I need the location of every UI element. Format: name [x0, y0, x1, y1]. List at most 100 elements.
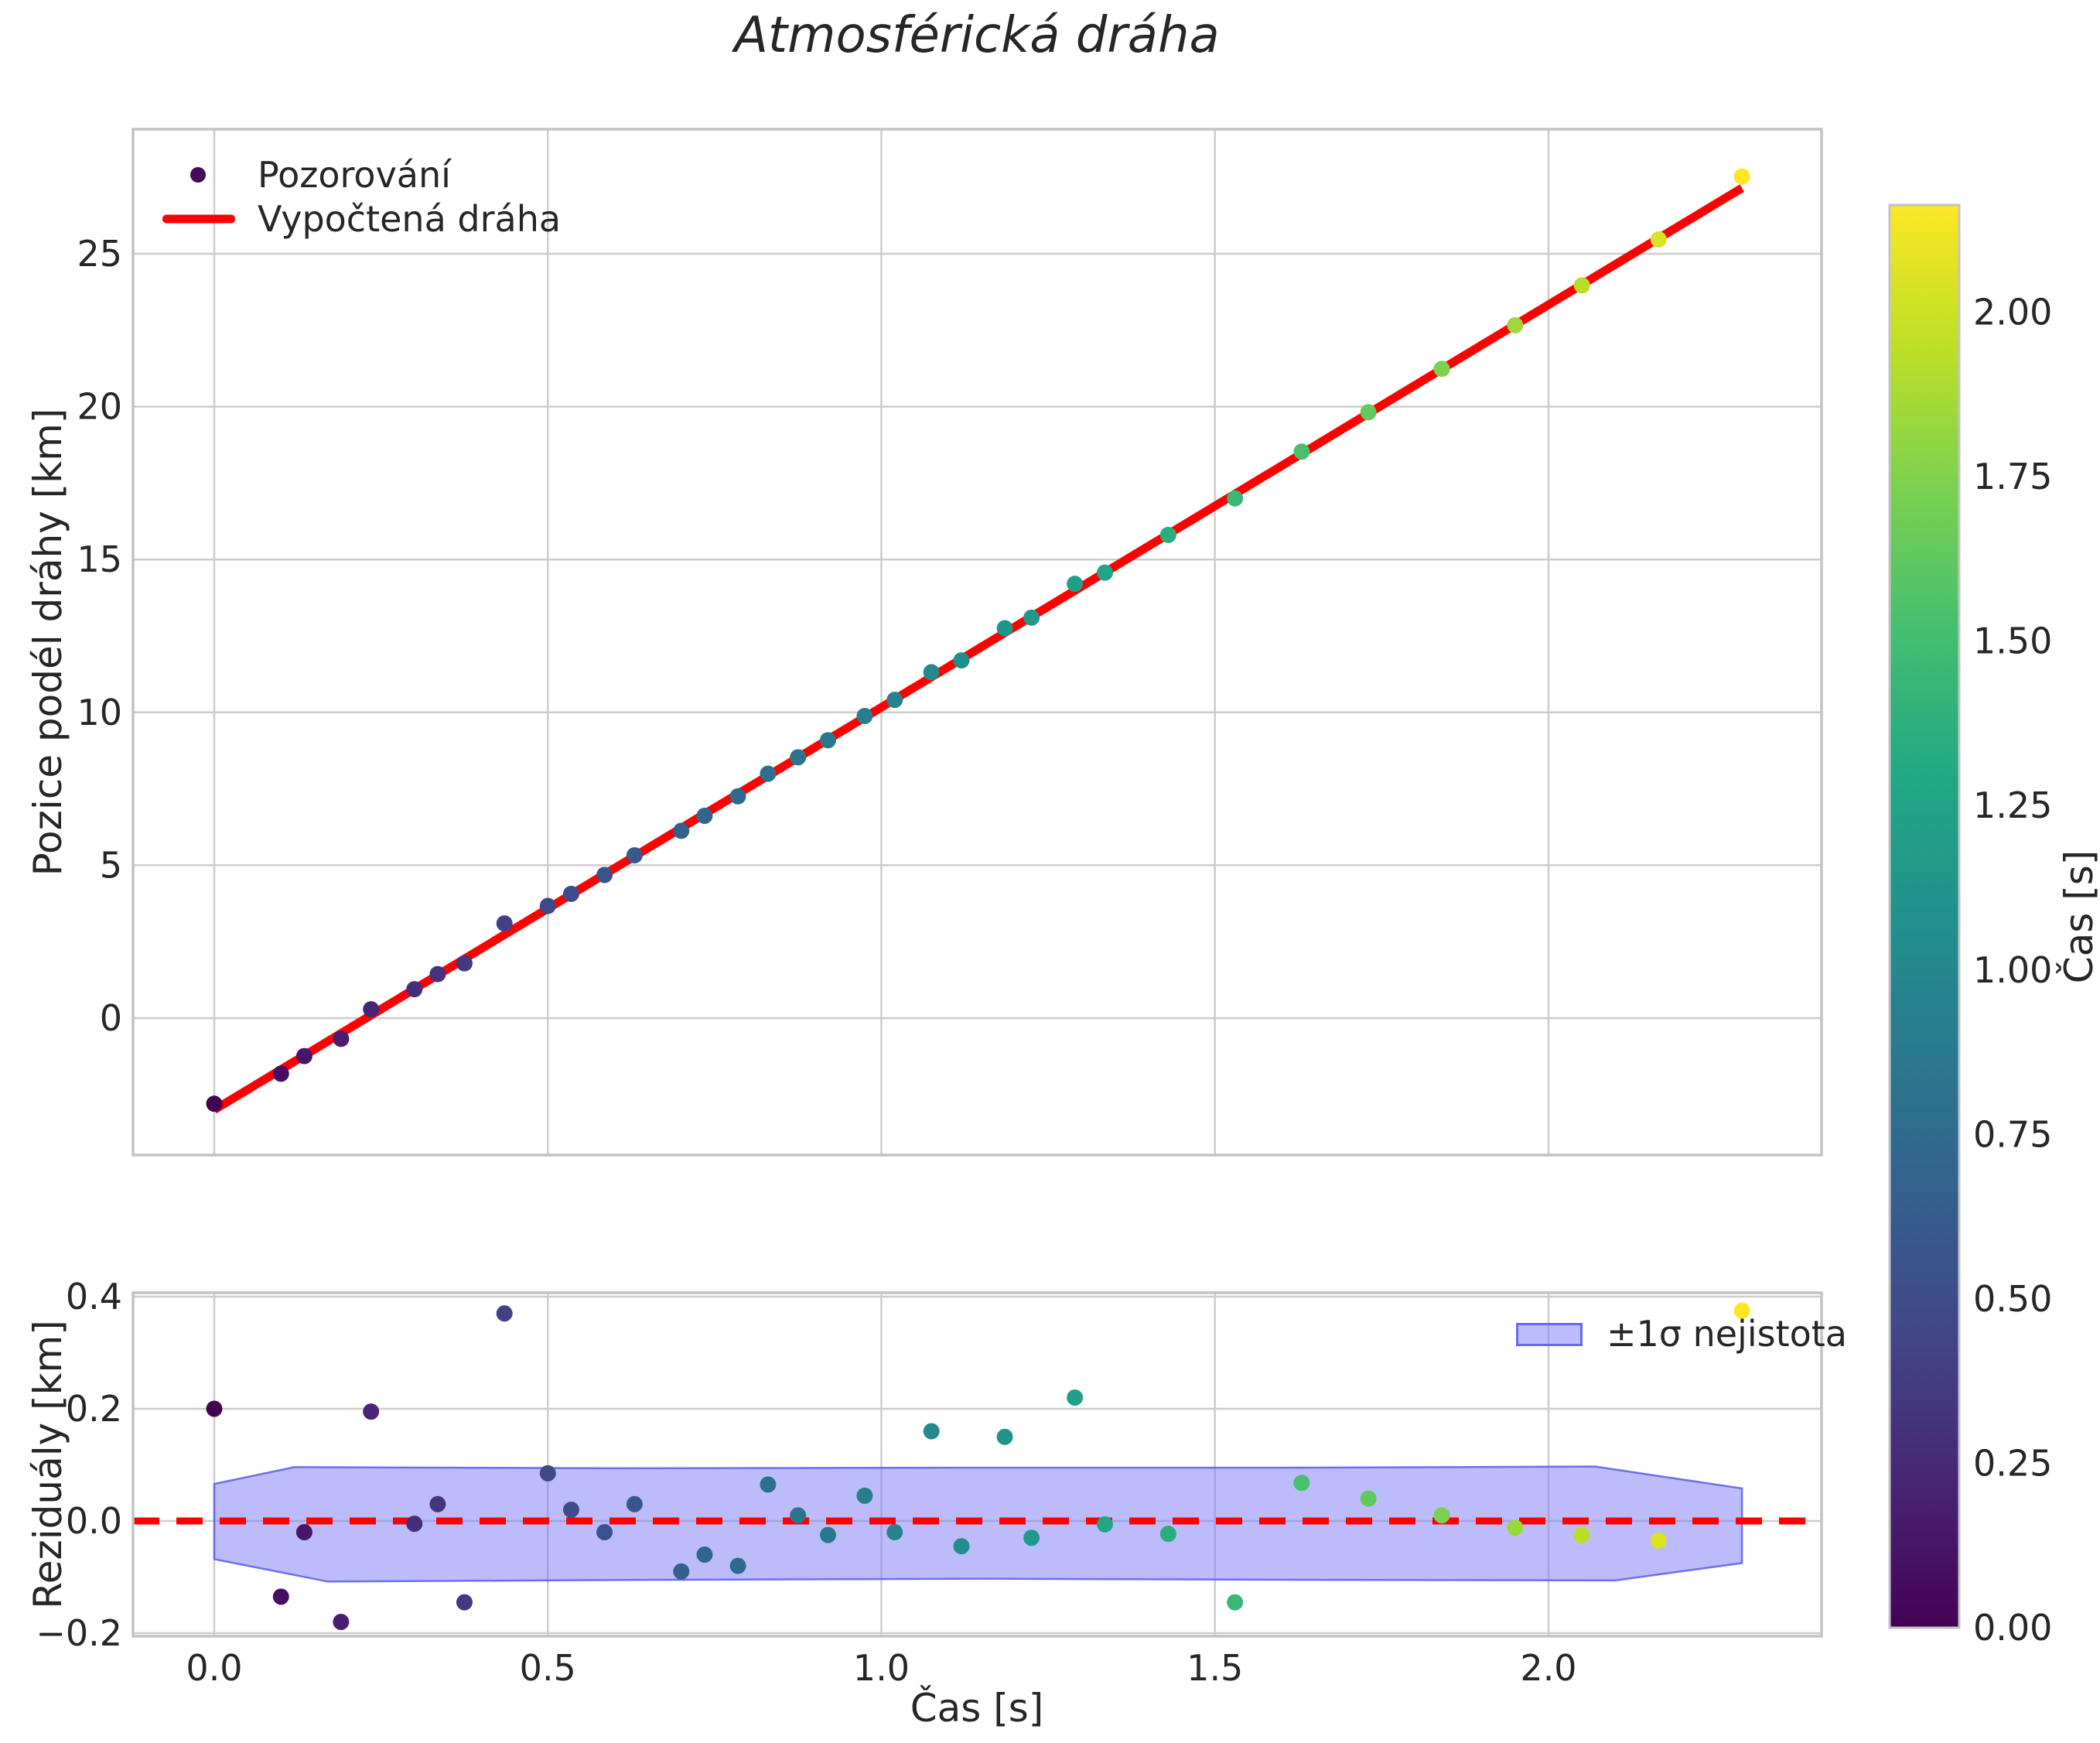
residual-point [596, 1524, 613, 1540]
legend-item-fit: Vypočtená dráha [258, 198, 562, 240]
scatter-point [1573, 277, 1590, 294]
colorbar-label: Čas [s] [2057, 849, 2100, 984]
scatter-point [1067, 576, 1084, 593]
residual-point [1227, 1594, 1244, 1611]
residual-point [923, 1423, 940, 1440]
residual-point [626, 1495, 643, 1512]
residual-point [1023, 1529, 1040, 1546]
main-y-tick-label: 25 [77, 233, 122, 275]
residual-y-tick-label: 0.2 [66, 1388, 122, 1430]
scatter-point [562, 885, 579, 902]
residual-point [1293, 1475, 1310, 1492]
residual-y-axis-label: Reziduály [km] [26, 1320, 70, 1609]
main-y-axis-label: Pozice podél dráhy [km] [26, 408, 70, 877]
residual-point [996, 1428, 1013, 1445]
residual-point [363, 1403, 380, 1420]
residual-point [429, 1495, 446, 1512]
residual-point [1507, 1519, 1524, 1536]
scatter-point [923, 664, 940, 681]
colorbar-tick-label: 0.25 [1973, 1442, 2052, 1484]
residual-point [333, 1614, 350, 1630]
residual-point [820, 1526, 836, 1543]
main-y-tick-label: 15 [77, 538, 122, 580]
scatter-point [1159, 526, 1176, 543]
scatter-point [820, 732, 836, 749]
residual-point [953, 1538, 970, 1555]
scatter-point [1507, 316, 1524, 333]
residual-y-tick-label: 0.4 [66, 1276, 122, 1318]
scatter-point [1096, 564, 1113, 581]
residual-point [539, 1464, 556, 1482]
scatter-point [856, 707, 873, 724]
scatter-point [1360, 404, 1377, 421]
residual-y-tick-label: −0.2 [36, 1612, 122, 1654]
residual-point [886, 1524, 903, 1540]
colorbar-tick-label: 1.25 [1973, 784, 2052, 826]
colorbar-tick-label: 0.50 [1973, 1278, 2052, 1320]
residual-point [1433, 1507, 1450, 1524]
main-y-tick-label: 0 [100, 997, 122, 1039]
scatter-point [496, 915, 513, 932]
legend-scatter-marker-icon [190, 167, 206, 183]
scatter-point [696, 807, 713, 824]
scatter-point [673, 822, 690, 839]
x-tick-label: 0.0 [186, 1647, 242, 1689]
scatter-point [206, 1095, 223, 1112]
scatter-point [760, 765, 777, 782]
scatter-point [1650, 231, 1667, 248]
colorbar-tick-label: 1.75 [1973, 456, 2052, 497]
residual-point [406, 1516, 423, 1533]
scatter-point [886, 692, 903, 709]
colorbar-tick-label: 2.00 [1973, 292, 2052, 333]
colorbar [1890, 205, 1959, 1628]
residual-point [272, 1588, 289, 1605]
residual-point [1650, 1532, 1667, 1549]
main-y-tick-label: 20 [77, 386, 122, 428]
figure: 0 5 10 15 20 25 −0.2 0.0 0.2 0.4 0.0 0.5 1.0 1.5 2.0 0.… [0, 0, 2100, 1743]
x-tick-label: 2.0 [1520, 1647, 1576, 1689]
scatter-point [1227, 490, 1244, 507]
residual-y-tick-label: 0.0 [66, 1500, 122, 1542]
x-tick-label: 0.5 [520, 1647, 576, 1689]
residual-point [856, 1487, 873, 1504]
scatter-point [406, 981, 423, 998]
x-axis-label: Čas [s] [910, 1686, 1044, 1731]
colorbar-tick-label: 1.50 [1973, 620, 2052, 662]
residual-point [295, 1524, 312, 1540]
main-y-tick-label: 10 [77, 692, 122, 733]
colorbar-tick-label: 0.00 [1973, 1607, 2052, 1649]
legend-line-marker-icon [162, 214, 235, 224]
x-tick-label: 1.5 [1187, 1647, 1243, 1689]
scatter-point [996, 620, 1013, 637]
residual-point [496, 1305, 513, 1322]
residual-point [760, 1476, 777, 1493]
colorbar-tick-label: 1.00 [1973, 949, 2052, 991]
residual-point [456, 1594, 473, 1611]
residual-point [1360, 1490, 1377, 1507]
scatter-point [363, 1001, 380, 1018]
residual-point [1096, 1516, 1113, 1533]
scatter-point [596, 866, 613, 883]
legend-band-marker-icon [1516, 1323, 1583, 1346]
residual-point [562, 1502, 579, 1518]
page-title: Atmosférická dráha [734, 7, 1220, 64]
residual-point [1573, 1526, 1590, 1543]
residual-point [790, 1507, 807, 1524]
scatter-point [333, 1030, 350, 1048]
residual-point [1159, 1526, 1176, 1543]
residual-point [1067, 1389, 1084, 1406]
legend-item-uncertainty: ±1σ nejistota [1607, 1313, 1847, 1355]
residual-point [696, 1546, 713, 1563]
scatter-point [1433, 361, 1450, 378]
scatter-point [1293, 443, 1310, 460]
scatter-point [456, 955, 473, 972]
scatter-point [790, 749, 807, 766]
scatter-point [272, 1065, 289, 1082]
scatter-point [1023, 609, 1040, 626]
x-tick-label: 1.0 [853, 1647, 910, 1689]
scatter-point [539, 897, 556, 914]
scatter-point [1733, 168, 1750, 185]
scatter-point [729, 788, 746, 805]
residual-point [206, 1400, 223, 1417]
colorbar-tick-label: 0.75 [1973, 1113, 2052, 1155]
